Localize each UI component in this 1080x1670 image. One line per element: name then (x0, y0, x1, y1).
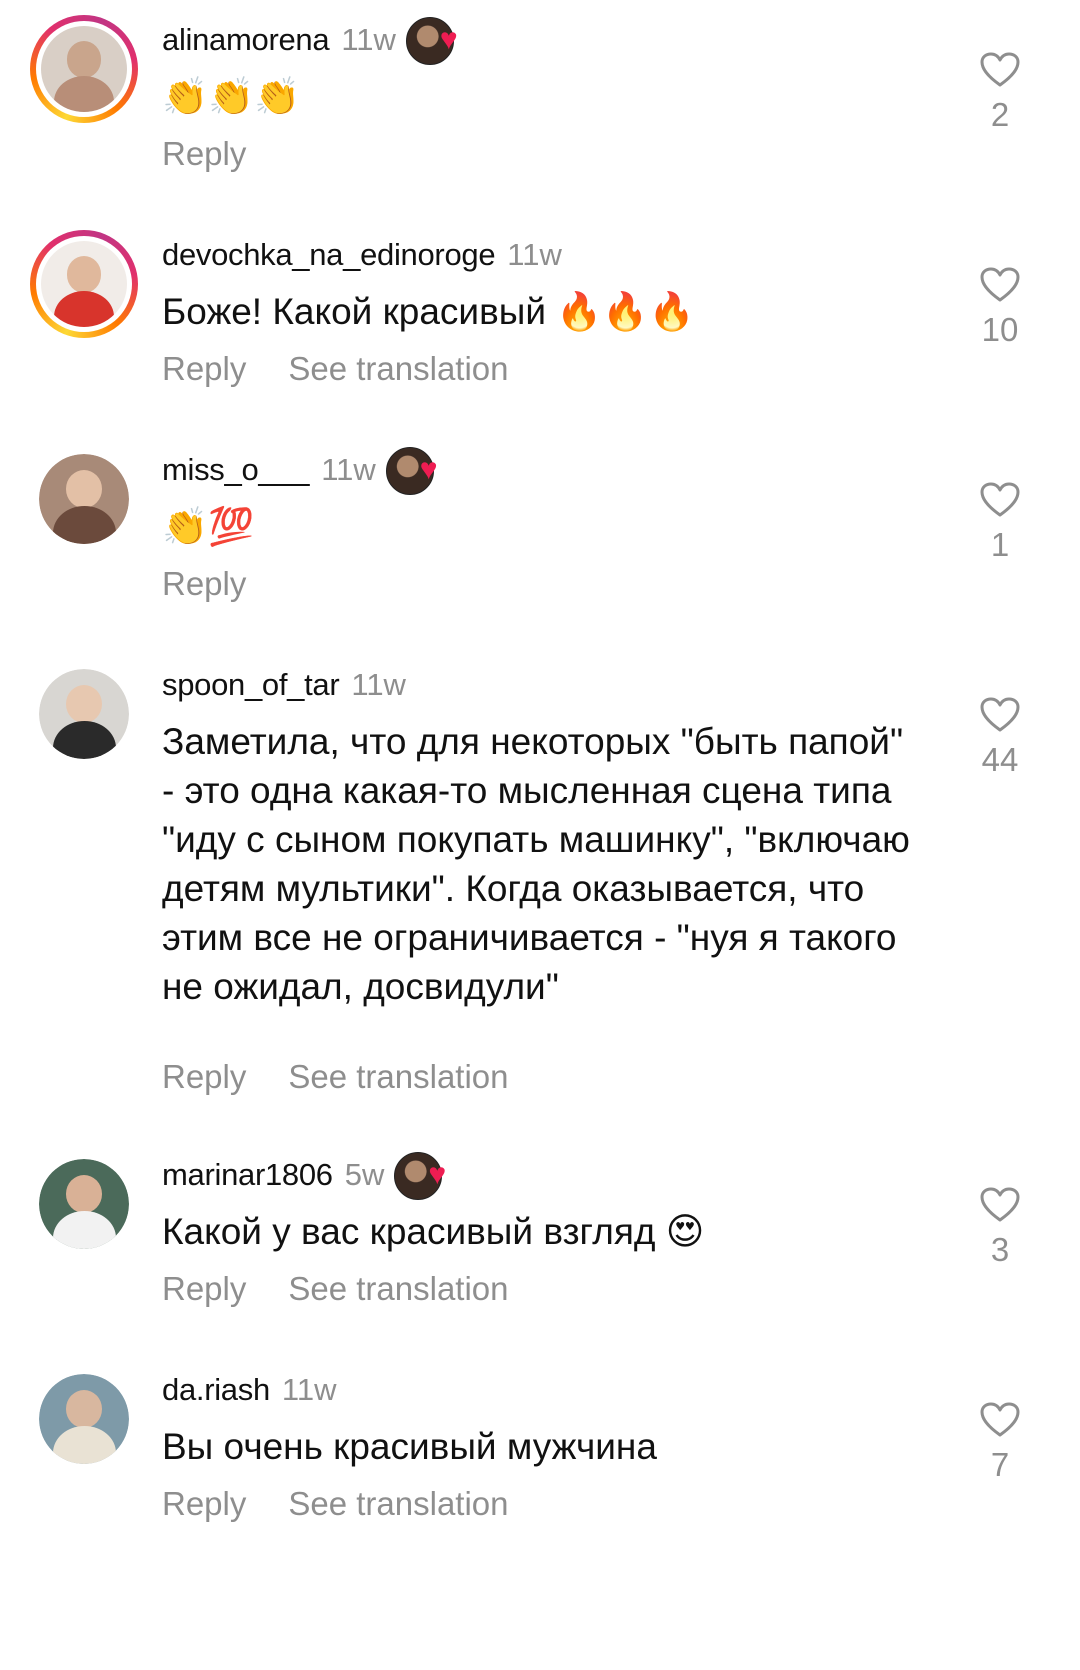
like-button[interactable]: 7 (970, 1402, 1030, 1484)
comment-username[interactable]: devochka_na_edinoroge (162, 237, 496, 273)
avatar[interactable] (30, 15, 138, 123)
reply-button[interactable]: Reply (162, 350, 246, 388)
reply-button[interactable]: Reply (162, 565, 246, 603)
like-count: 44 (981, 741, 1019, 778)
like-count: 7 (990, 1446, 1010, 1483)
see-translation-button[interactable]: See translation (288, 1485, 508, 1523)
comment-username[interactable]: marinar1806 (162, 1157, 333, 1193)
heart-outline-icon (980, 52, 1020, 87)
like-count: 1 (990, 526, 1010, 563)
see-translation-button[interactable]: See translation (288, 350, 508, 388)
comment-text: Какой у вас красивый взгляд 😍 (162, 1211, 705, 1252)
avatar-image (36, 21, 132, 117)
avatar-image (39, 1159, 129, 1249)
comment-timestamp: 11w (341, 22, 396, 57)
creator-liked-badge: ♥ (405, 17, 472, 65)
avatar-image (39, 1374, 129, 1464)
see-translation-button[interactable]: See translation (288, 1058, 508, 1096)
reply-button[interactable]: Reply (162, 1485, 246, 1523)
like-button[interactable]: 2 (970, 52, 1030, 134)
heart-outline-icon (980, 482, 1020, 517)
heart-outline-icon (980, 1402, 1020, 1437)
avatar[interactable] (30, 660, 138, 768)
comment-text: Заметила, что для некоторых "быть папой"… (162, 721, 910, 1007)
comment-timestamp: 5w (344, 1157, 385, 1192)
comment-username[interactable]: da.riash (162, 1372, 270, 1408)
see-translation-button[interactable]: See translation (288, 1270, 508, 1308)
heart-filled-icon: ♥ (428, 1158, 447, 1191)
like-button[interactable]: 10 (970, 267, 1030, 349)
creator-liked-badge: ♥ (394, 1152, 460, 1200)
avatar-image (39, 669, 129, 759)
comment-username[interactable]: miss_o___ (162, 452, 310, 488)
heart-filled-icon: ♥ (419, 453, 438, 486)
like-button[interactable]: 44 (970, 697, 1030, 779)
avatar[interactable] (30, 1365, 138, 1473)
avatar[interactable] (30, 230, 138, 338)
like-count: 2 (990, 96, 1010, 133)
reply-button[interactable]: Reply (162, 135, 246, 173)
reply-button[interactable]: Reply (162, 1058, 246, 1096)
comment-text: 👏👏👏 (162, 76, 301, 117)
like-button[interactable]: 3 (970, 1187, 1030, 1269)
like-count: 10 (981, 311, 1019, 348)
comment-text: Вы очень красивый мужчина (162, 1426, 657, 1467)
comment-username[interactable]: spoon_of_tar (162, 667, 340, 703)
reply-button[interactable]: Reply (162, 1270, 246, 1308)
like-button[interactable]: 1 (970, 482, 1030, 564)
avatar[interactable] (30, 1150, 138, 1258)
creator-liked-badge: ♥ (385, 447, 452, 495)
comment-text: Боже! Какой красивый 🔥🔥🔥 (162, 291, 695, 332)
avatar-image (39, 454, 129, 544)
comment-timestamp: 11w (507, 237, 562, 272)
heart-outline-icon (980, 1187, 1020, 1222)
comment-timestamp: 11w (281, 1372, 337, 1407)
avatar-image (36, 236, 132, 332)
like-count: 3 (990, 1231, 1010, 1268)
avatar[interactable] (30, 445, 138, 553)
comment-timestamp: 11w (351, 667, 406, 702)
heart-outline-icon (980, 267, 1020, 302)
heart-filled-icon: ♥ (439, 23, 458, 56)
comment-text: 👏💯 (162, 506, 255, 547)
comment-username[interactable]: alinamorena (162, 22, 330, 58)
heart-outline-icon (980, 697, 1020, 732)
comment-timestamp: 11w (321, 452, 376, 487)
